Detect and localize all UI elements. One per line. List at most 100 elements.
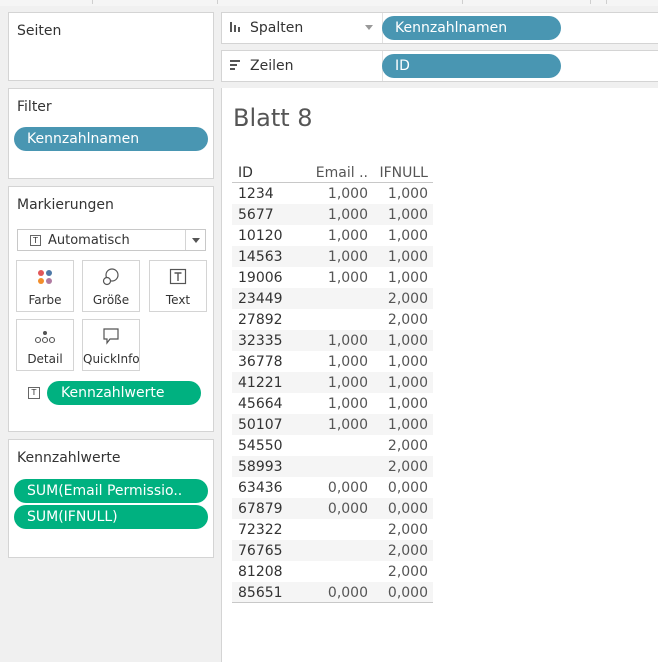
pages-card[interactable]: Seiten: [8, 12, 214, 81]
size-icon: [83, 267, 139, 287]
table-row[interactable]: 14563 1,000 1,000: [232, 246, 433, 267]
chevron-down-icon[interactable]: [365, 25, 373, 30]
cell-ifnull: 1,000: [387, 186, 428, 202]
cell-ifnull: 1,000: [387, 207, 428, 223]
cell-id: 50107: [238, 417, 283, 433]
cell-id: 72322: [238, 522, 283, 538]
cell-email-permission: 1,000: [327, 333, 368, 349]
table-row[interactable]: 76765 2,000: [232, 540, 433, 561]
detail-icon: [17, 326, 73, 346]
table-row[interactable]: 27892 2,000: [232, 309, 433, 330]
measure-values-card: Kennzahlwerte SUM(Email Permissio.. SUM(…: [8, 439, 214, 558]
rows-icon: [229, 59, 241, 71]
table-row[interactable]: 5677 1,000 1,000: [232, 204, 433, 225]
text-mark-icon: T: [30, 235, 41, 246]
detail-button[interactable]: Detail: [16, 319, 74, 371]
cell-email-permission: 1,000: [327, 375, 368, 391]
cell-id: 67879: [238, 501, 283, 517]
table-row[interactable]: 41221 1,000 1,000: [232, 372, 433, 393]
cell-ifnull: 1,000: [387, 417, 428, 433]
cell-ifnull: 1,000: [387, 249, 428, 265]
column-header-id[interactable]: ID: [238, 165, 253, 181]
tooltip-button[interactable]: QuickInfo: [82, 319, 140, 371]
table-row[interactable]: 45664 1,000 1,000: [232, 393, 433, 414]
table-row[interactable]: 67879 0,000 0,000: [232, 498, 433, 519]
text-button[interactable]: Text: [149, 260, 207, 312]
cell-ifnull: 0,000: [387, 585, 428, 601]
tooltip-button-label: QuickInfo: [83, 352, 140, 366]
cell-ifnull: 0,000: [387, 501, 428, 517]
text-button-label: Text: [165, 293, 191, 307]
columns-shelf[interactable]: Spalten Kennzahlnamen: [221, 12, 658, 44]
cell-email-permission: 1,000: [327, 249, 368, 265]
table-row[interactable]: 23449 2,000: [232, 288, 433, 309]
cell-ifnull: 2,000: [387, 438, 428, 454]
cell-id: 85651: [238, 585, 283, 601]
table-row[interactable]: 50107 1,000 1,000: [232, 414, 433, 435]
tooltip-icon: [83, 326, 139, 346]
cell-id: 36778: [238, 354, 283, 370]
toolbar-divider: [217, 0, 218, 4]
detail-button-label: Detail: [27, 352, 63, 366]
cell-email-permission: 0,000: [327, 585, 368, 601]
table-row[interactable]: 63436 0,000 0,000: [232, 477, 433, 498]
columns-icon: [229, 21, 241, 33]
sheet-title: Blatt 8: [233, 104, 313, 132]
column-header-ifnull[interactable]: IFNULL: [379, 165, 428, 181]
table-row[interactable]: 19006 1,000 1,000: [232, 267, 433, 288]
chevron-down-icon[interactable]: [192, 238, 200, 243]
filters-card[interactable]: Filter Kennzahlnamen: [8, 88, 214, 179]
cell-id: 32335: [238, 333, 283, 349]
filter-pill-measure-names[interactable]: Kennzahlnamen: [14, 127, 208, 151]
table-row[interactable]: 58993 2,000: [232, 456, 433, 477]
toolbar-divider: [92, 0, 93, 4]
table-row[interactable]: 54550 2,000: [232, 435, 433, 456]
pages-title: Seiten: [17, 23, 62, 39]
cell-id: 45664: [238, 396, 283, 412]
size-button-label: Größe: [92, 293, 130, 307]
cell-id: 81208: [238, 564, 283, 580]
column-header-email[interactable]: Email ..: [316, 165, 368, 181]
text-pill-measure-values[interactable]: Kennzahlwerte: [47, 381, 201, 405]
table-header: ID Email .. IFNULL: [232, 162, 433, 183]
color-button[interactable]: Farbe: [16, 260, 74, 312]
toolbar-divider: [606, 0, 607, 4]
cell-email-permission: 1,000: [327, 417, 368, 433]
cell-ifnull: 1,000: [387, 228, 428, 244]
cell-ifnull: 2,000: [387, 291, 428, 307]
cell-id: 1234: [238, 186, 274, 202]
table-row[interactable]: 81208 2,000: [232, 561, 433, 582]
cell-id: 5677: [238, 207, 274, 223]
rows-pill-id[interactable]: ID: [382, 54, 561, 78]
marks-card: Markierungen T Automatisch Farbe Größe T…: [8, 186, 214, 432]
cell-id: 41221: [238, 375, 283, 391]
size-button[interactable]: Größe: [82, 260, 140, 312]
cell-email-permission: 1,000: [327, 270, 368, 286]
table-row[interactable]: 36778 1,000 1,000: [232, 351, 433, 372]
table-row[interactable]: 10120 1,000 1,000: [232, 225, 433, 246]
cell-ifnull: 2,000: [387, 564, 428, 580]
measure-pill-email-permission[interactable]: SUM(Email Permissio..: [14, 479, 208, 503]
table-row[interactable]: 85651 0,000 0,000: [232, 582, 433, 603]
table-row[interactable]: 72322 2,000: [232, 519, 433, 540]
table-row[interactable]: 32335 1,000 1,000: [232, 330, 433, 351]
columns-shelf-label: Spalten: [250, 20, 304, 36]
cell-email-permission: 1,000: [327, 228, 368, 244]
measure-pill-ifnull[interactable]: SUM(IFNULL): [14, 505, 208, 529]
color-palette-icon: [17, 267, 73, 287]
toolbar-divider: [590, 0, 591, 4]
columns-pill-measure-names[interactable]: Kennzahlnamen: [382, 16, 561, 40]
top-toolbar-strip: [0, 0, 658, 6]
cell-email-permission: 1,000: [327, 396, 368, 412]
cell-ifnull: 1,000: [387, 354, 428, 370]
cell-ifnull: 1,000: [387, 333, 428, 349]
cell-ifnull: 1,000: [387, 270, 428, 286]
cell-ifnull: 2,000: [387, 522, 428, 538]
cell-id: 10120: [238, 228, 283, 244]
table-row[interactable]: 1234 1,000 1,000: [232, 183, 433, 204]
mark-type-dropdown[interactable]: T Automatisch: [17, 229, 206, 251]
worksheet-canvas[interactable]: Blatt 8 ID Email .. IFNULL 1234 1,000 1,00…: [221, 88, 658, 662]
rows-shelf[interactable]: Zeilen ID: [221, 50, 658, 82]
cell-email-permission: 1,000: [327, 207, 368, 223]
cell-ifnull: 2,000: [387, 459, 428, 475]
